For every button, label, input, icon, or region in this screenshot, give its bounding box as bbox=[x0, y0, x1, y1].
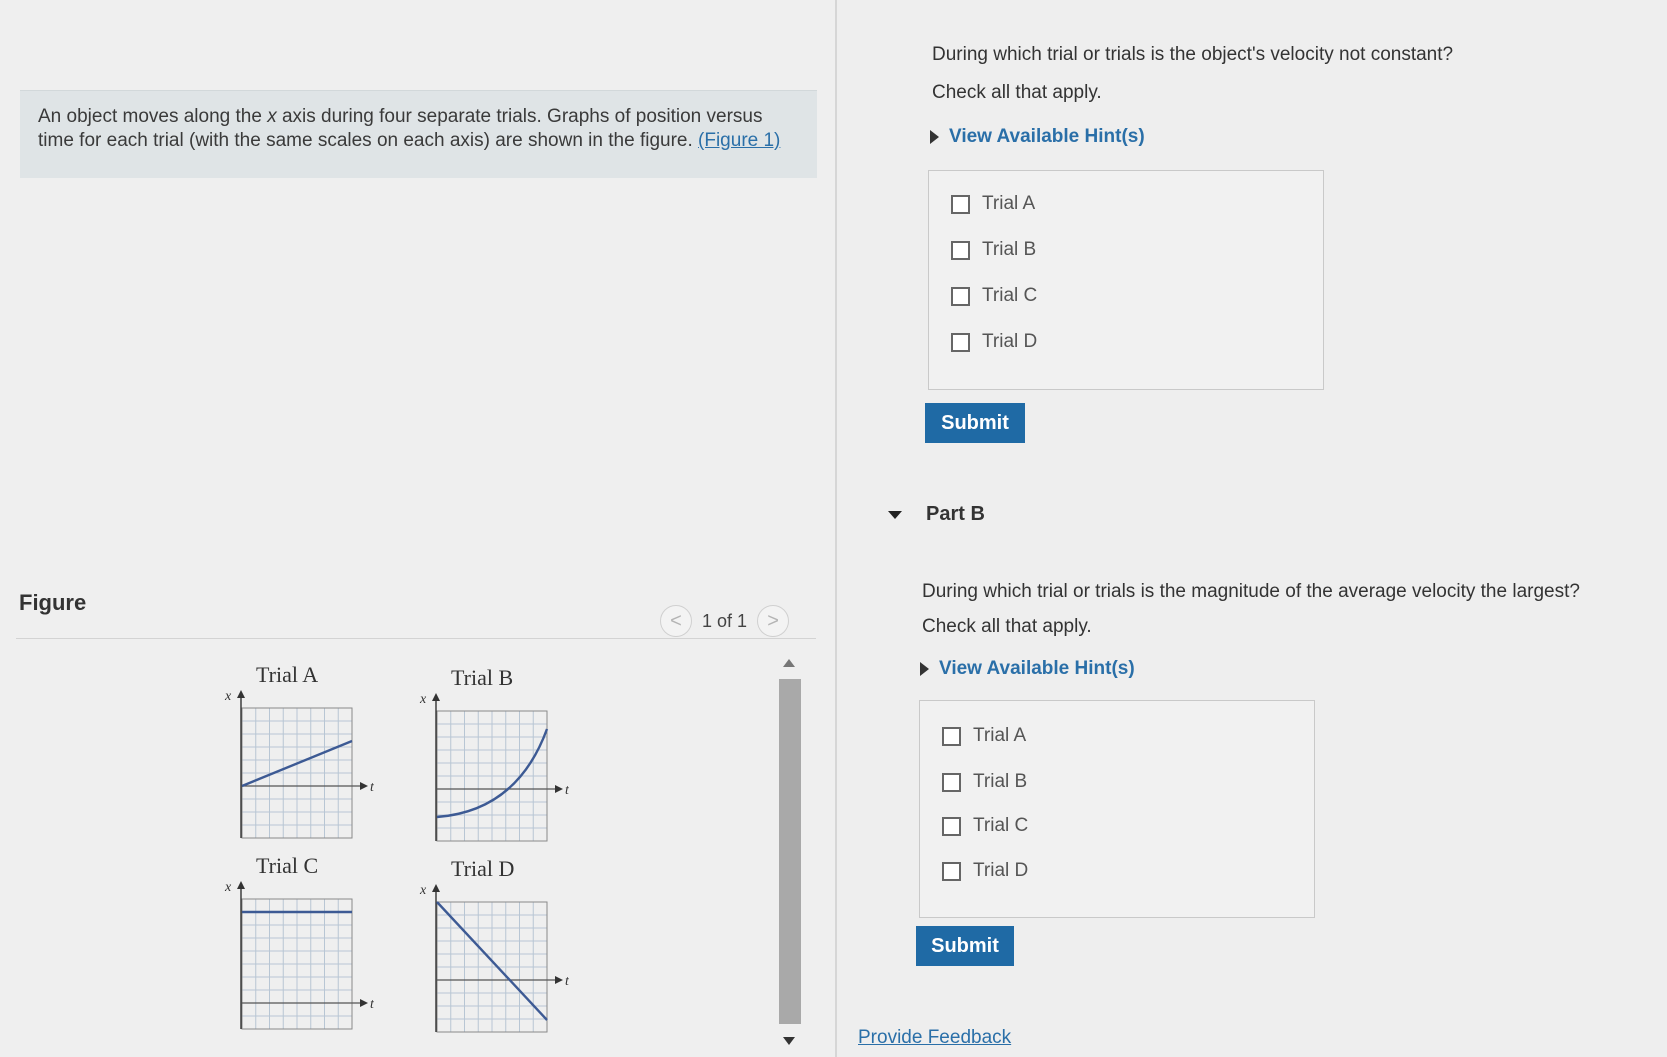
choice-label: Trial B bbox=[982, 239, 1037, 260]
trial-d-label: Trial D bbox=[451, 856, 514, 881]
t-axis-letter: t bbox=[565, 974, 569, 989]
checkbox[interactable] bbox=[951, 240, 970, 260]
part-a-question: During which trial or trials is the obje… bbox=[932, 44, 1454, 65]
checkbox[interactable] bbox=[942, 816, 961, 836]
part-b-submit-button[interactable]: Submit bbox=[916, 926, 1014, 966]
prev-figure-button[interactable]: < bbox=[660, 605, 692, 637]
trial-c-label: Trial C bbox=[256, 853, 318, 878]
expand-triangle-icon bbox=[930, 130, 939, 144]
choice-label: Trial A bbox=[982, 193, 1036, 214]
choice-label: Trial A bbox=[973, 725, 1027, 746]
t-axis-letter: t bbox=[370, 780, 374, 795]
expand-triangle-icon bbox=[920, 662, 929, 676]
x-axis-arrow-icon bbox=[237, 690, 245, 698]
next-figure-button[interactable]: > bbox=[757, 605, 790, 637]
choice-label: Trial D bbox=[982, 331, 1038, 352]
trial-c-svg: Trial C x t bbox=[224, 853, 374, 1030]
choice-label: Trial C bbox=[973, 815, 1029, 836]
x-axis-letter: x bbox=[224, 689, 232, 704]
problem-intro: An object moves along the x axis during … bbox=[20, 90, 817, 178]
x-axis-arrow-icon bbox=[432, 884, 440, 892]
trial-d-svg: Trial D x t bbox=[419, 856, 569, 1033]
pager-count: 1 of 1 bbox=[702, 610, 748, 631]
part-a-submit-button[interactable]: Submit bbox=[925, 403, 1025, 443]
checkbox[interactable] bbox=[951, 194, 970, 214]
figure-pager: < 1 of 1 > bbox=[660, 603, 805, 639]
checkbox[interactable] bbox=[942, 772, 961, 792]
choice-label: Trial D bbox=[973, 860, 1029, 881]
part-b-choice-trial-c[interactable]: Trial C bbox=[942, 815, 1028, 837]
figure-divider bbox=[16, 638, 816, 639]
t-axis-letter: t bbox=[370, 997, 374, 1012]
t-axis-arrow-icon bbox=[555, 785, 563, 793]
trial-b-svg: Trial B x t bbox=[419, 665, 569, 842]
scroll-down-arrow-icon[interactable] bbox=[783, 1037, 795, 1045]
intro-text-before: An object moves along the bbox=[38, 106, 268, 127]
x-axis-arrow-icon bbox=[237, 881, 245, 889]
t-axis-arrow-icon bbox=[360, 782, 368, 790]
part-a-instruction: Check all that apply. bbox=[932, 82, 1102, 103]
checkbox[interactable] bbox=[951, 332, 970, 352]
part-b-collapse-icon[interactable] bbox=[888, 511, 902, 519]
checkbox[interactable] bbox=[951, 286, 970, 306]
choice-label: Trial C bbox=[982, 285, 1038, 306]
trial-a-graph: Trial A x t bbox=[224, 662, 374, 852]
part-b-question: During which trial or trials is the magn… bbox=[922, 581, 1580, 602]
provide-feedback-link[interactable]: Provide Feedback bbox=[858, 1027, 1011, 1049]
part-b-choice-trial-d[interactable]: Trial D bbox=[942, 860, 1028, 882]
left-pane: An object moves along the x axis during … bbox=[0, 0, 835, 1057]
trial-a-label: Trial A bbox=[256, 662, 318, 687]
figure-scrollbar[interactable] bbox=[776, 655, 802, 1055]
part-a-hint-label: View Available Hint(s) bbox=[949, 126, 1145, 147]
part-b-choice-trial-b[interactable]: Trial B bbox=[942, 771, 1027, 793]
scroll-up-arrow-icon[interactable] bbox=[783, 659, 795, 667]
choice-label: Trial B bbox=[973, 771, 1028, 792]
checkbox[interactable] bbox=[942, 726, 961, 746]
part-b-title: Part B bbox=[926, 503, 985, 525]
trial-d-graph: Trial D x t bbox=[419, 856, 569, 1046]
part-a-choice-trial-a[interactable]: Trial A bbox=[951, 193, 1035, 215]
trial-c-graph: Trial C x t bbox=[224, 853, 374, 1043]
part-b-hint-label: View Available Hint(s) bbox=[939, 658, 1135, 679]
t-axis-letter: t bbox=[565, 783, 569, 798]
figure-heading: Figure bbox=[19, 590, 87, 615]
t-axis-arrow-icon bbox=[360, 999, 368, 1007]
x-axis-letter: x bbox=[419, 692, 427, 707]
part-a-hint-toggle[interactable]: View Available Hint(s) bbox=[930, 126, 1145, 148]
part-a-choices: Trial A Trial B Trial C Trial D bbox=[928, 170, 1324, 390]
part-a-choice-trial-b[interactable]: Trial B bbox=[951, 239, 1036, 261]
trial-a-svg: Trial A x t bbox=[224, 662, 374, 839]
trial-b-label: Trial B bbox=[451, 665, 513, 690]
trial-b-graph: Trial B x t bbox=[419, 665, 569, 855]
x-axis-arrow-icon bbox=[432, 693, 440, 701]
x-axis-letter: x bbox=[419, 883, 427, 898]
intro-axis-var: x bbox=[267, 106, 277, 127]
x-axis-letter: x bbox=[224, 880, 232, 895]
figure-link[interactable]: (Figure 1) bbox=[698, 130, 780, 151]
part-b-choice-trial-a[interactable]: Trial A bbox=[942, 725, 1026, 747]
part-a-choice-trial-c[interactable]: Trial C bbox=[951, 285, 1037, 307]
scroll-thumb[interactable] bbox=[779, 679, 801, 1024]
t-axis-arrow-icon bbox=[555, 976, 563, 984]
part-b-instruction: Check all that apply. bbox=[922, 616, 1092, 637]
checkbox[interactable] bbox=[942, 861, 961, 881]
part-b-hint-toggle[interactable]: View Available Hint(s) bbox=[920, 658, 1135, 680]
part-b-choices: Trial A Trial B Trial C Trial D bbox=[919, 700, 1315, 918]
part-a-choice-trial-d[interactable]: Trial D bbox=[951, 331, 1037, 353]
